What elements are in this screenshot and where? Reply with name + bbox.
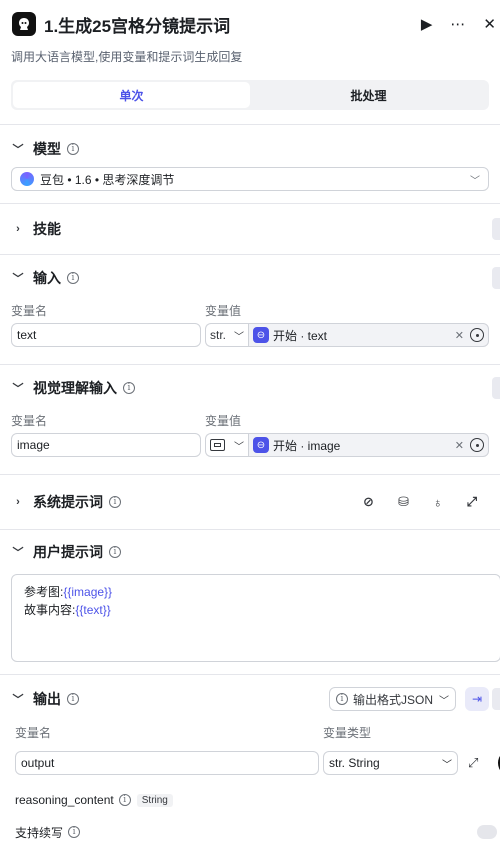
doubao-model-icon [20, 172, 34, 186]
chevron-down-icon: ﹀ [470, 175, 480, 187]
node-title[interactable]: 1.生成25宫格分镜提示词 [44, 12, 421, 37]
lightbulb-icon[interactable]: ♁ [433, 495, 443, 510]
system-prompt-label: 系统提示词 [33, 494, 103, 510]
tab-single[interactable]: 单次 [13, 82, 250, 108]
clear-icon[interactable]: ✕ [455, 329, 464, 342]
add-skill-button[interactable] [492, 218, 500, 240]
chevron-down-icon: ﹀ [439, 695, 449, 707]
expand-icon[interactable]: ⤢ [468, 755, 478, 771]
run-icon[interactable]: ▶ [421, 15, 433, 33]
chevron-down-icon[interactable]: ﹀ [11, 544, 25, 560]
visual-input-section: ﹀ 视觉理解输入 i 变量名 变量值 image ﹀ ⊖ 开始 · image … [0, 365, 500, 474]
output-label: 输出 [33, 691, 61, 707]
visual-var-ref[interactable]: ⊖ 开始 · image ✕ [248, 433, 489, 457]
prompt-var-token: {{text}} [75, 603, 111, 617]
start-node-icon: ⊖ [253, 327, 269, 343]
chevron-down-icon: ﹀ [442, 759, 452, 771]
output-format-select[interactable]: i 输出格式JSON ﹀ [328, 687, 456, 711]
continue-label: 支持续写 [15, 825, 64, 840]
close-icon[interactable]: ✕ [483, 15, 496, 33]
prompt-text: 参考图: [24, 585, 64, 599]
chevron-down-icon[interactable]: ﹀ [11, 141, 25, 157]
prompt-var-token: {{image}} [63, 585, 113, 599]
chevron-down-icon: ﹀ [234, 331, 244, 343]
info-icon[interactable]: i [67, 272, 79, 284]
output-section: ﹀ 输出 i i 输出格式JSON ﹀ ⇥ 变量名 变量类型 output st… [0, 675, 500, 842]
model-value: 豆包 • 1.6 • 思考深度调节 [40, 172, 175, 187]
info-icon[interactable]: i [67, 143, 79, 155]
output-format-value: 输出格式JSON [352, 692, 433, 707]
input-section: ﹀ 输入 i 变量名 变量值 text str. ﹀ ⊖ 开始 · text ✕ [0, 255, 500, 364]
visual-type-select[interactable]: ﹀ [205, 433, 248, 457]
info-icon[interactable]: i [123, 382, 135, 394]
col-var-name: 变量名 [11, 303, 48, 318]
chevron-down-icon[interactable]: ﹀ [11, 380, 25, 396]
node-header: 1.生成25宫格分镜提示词 ▶ ⋯ ✕ [0, 0, 500, 48]
prompt-library-icon[interactable]: ⛁ [398, 494, 409, 510]
skills-label: 技能 [33, 221, 61, 237]
ref-value: 开始 · text [273, 328, 328, 343]
llm-node-icon [12, 12, 36, 36]
chevron-down-icon[interactable]: ﹀ [11, 691, 25, 707]
type-value: str. [210, 328, 227, 342]
clear-icon[interactable]: ✕ [455, 439, 464, 452]
info-icon[interactable]: i [118, 794, 131, 806]
mode-tabs: 单次 批处理 [11, 80, 489, 110]
info-icon[interactable]: i [109, 546, 121, 558]
node-description: 调用大语言模型,使用变量和提示词生成回复 [11, 50, 243, 64]
expand-icon[interactable]: ⤢ [467, 494, 477, 510]
col-var-value: 变量值 [205, 413, 242, 428]
visual-input-label: 视觉理解输入 [33, 380, 117, 396]
input-var-name-field[interactable]: text [11, 323, 201, 347]
col-var-type: 变量类型 [323, 725, 372, 740]
add-output-button[interactable] [492, 688, 500, 710]
output-var-name-field[interactable]: output [15, 751, 319, 775]
col-var-value: 变量值 [205, 303, 242, 318]
info-icon[interactable]: i [68, 826, 81, 838]
user-prompt-label: 用户提示词 [33, 544, 103, 560]
system-prompt-section: › 系统提示词 i ⊘ ⛁ ♁ ⤢ [0, 475, 500, 529]
visual-var-name-field[interactable]: image [11, 433, 201, 457]
add-input-button[interactable] [492, 267, 500, 289]
user-prompt-editor[interactable]: 参考图:{{image}} 故事内容:{{text}} [11, 574, 500, 662]
info-icon: i [335, 693, 348, 705]
info-icon[interactable]: i [109, 496, 121, 508]
input-var-ref[interactable]: ⊖ 开始 · text ✕ [248, 323, 489, 347]
col-var-name: 变量名 [11, 413, 48, 428]
skills-section: › 技能 [0, 204, 500, 254]
tab-batch[interactable]: 批处理 [250, 82, 487, 108]
target-icon[interactable] [470, 438, 484, 452]
compass-icon[interactable]: ⊘ [363, 494, 374, 510]
model-label: 模型 [33, 141, 61, 157]
add-visual-input-button[interactable] [492, 377, 500, 399]
start-node-icon: ⊖ [253, 437, 269, 453]
user-prompt-section: ﹀ 用户提示词 i 参考图:{{image}} 故事内容:{{text}} [0, 530, 500, 674]
image-icon [210, 439, 225, 451]
input-type-select[interactable]: str. ﹀ [205, 323, 248, 347]
chevron-right-icon[interactable]: › [11, 223, 25, 235]
prompt-text: 故事内容: [24, 603, 76, 617]
reasoning-label: reasoning_content [15, 793, 114, 807]
output-type-select[interactable]: str. String ﹀ [323, 751, 458, 775]
model-section: ﹀ 模型 i 豆包 • 1.6 • 思考深度调节 ﹀ [0, 125, 500, 203]
model-select[interactable]: 豆包 • 1.6 • 思考深度调节 ﹀ [11, 167, 489, 191]
more-icon[interactable]: ⋯ [450, 15, 465, 33]
import-icon[interactable]: ⇥ [465, 687, 489, 711]
input-label: 输入 [33, 270, 61, 286]
continue-toggle[interactable] [477, 825, 497, 839]
target-icon[interactable] [470, 328, 484, 342]
info-icon[interactable]: i [67, 693, 79, 705]
type-badge: String [136, 793, 173, 807]
chevron-down-icon[interactable]: ﹀ [11, 270, 25, 286]
chevron-right-icon[interactable]: › [11, 496, 25, 508]
chevron-down-icon: ﹀ [234, 441, 244, 453]
output-type-value: str. String [329, 756, 380, 770]
col-var-name: 变量名 [15, 725, 52, 740]
ref-value: 开始 · image [273, 438, 341, 453]
